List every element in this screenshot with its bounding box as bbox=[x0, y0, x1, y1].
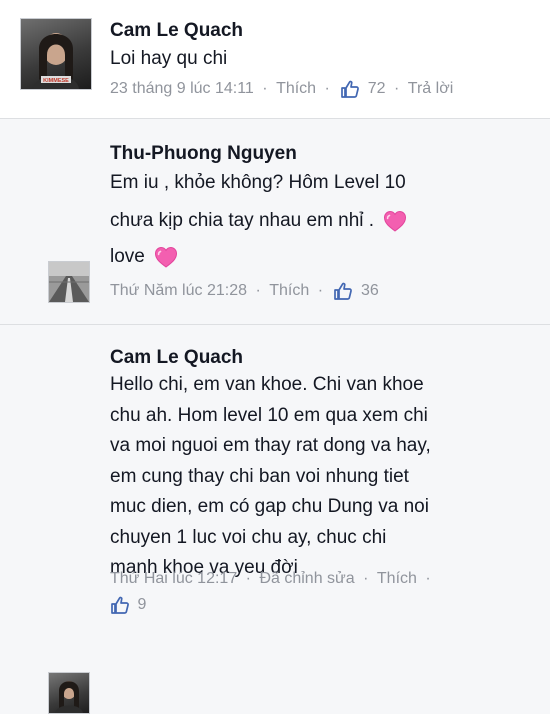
comment-text-line: va moi nguoi em thay rat dong va hay, bbox=[110, 435, 431, 456]
comment-text: Em iu , khỏe không? Hôm Level 10 chưa kị… bbox=[110, 168, 407, 272]
comment-timestamp[interactable]: 23 tháng 9 lúc 14:11 bbox=[110, 80, 254, 98]
profile-photo-icon: KIMMESE bbox=[33, 33, 79, 89]
comment-3: Cam Le Quach Hello chi, em van khoe. Chi… bbox=[0, 325, 550, 714]
comment-text-line: chuyen 1 luc voi chu ay, chuc chi bbox=[110, 526, 387, 548]
avatar[interactable] bbox=[48, 261, 90, 303]
like-link[interactable]: Thích bbox=[269, 282, 309, 300]
edited-link[interactable]: Đã chỉnh sửa bbox=[259, 570, 354, 588]
comment-meta: Thứ Năm lúc 21:28 · Thích · 36 bbox=[110, 281, 379, 301]
comment-timestamp[interactable]: Thứ Hai lúc 12:17 bbox=[110, 570, 237, 588]
like-count[interactable]: 72 bbox=[368, 80, 386, 98]
comment-text-row: love bbox=[110, 242, 407, 272]
separator: · bbox=[262, 80, 268, 97]
comment-text-line: Loi hay qu chi bbox=[110, 48, 228, 69]
comment-meta: 23 tháng 9 lúc 14:11 · Thích · 72 · Trả … bbox=[110, 79, 453, 99]
comment-text-line: muc dien, em có gap chu Dung va noi bbox=[110, 496, 429, 517]
comment-author[interactable]: Cam Le Quach bbox=[110, 347, 243, 369]
comment-text-line: em cung thay chi ban voi nhung tiet bbox=[110, 465, 409, 487]
separator: · bbox=[317, 282, 324, 299]
avatar-caption: KIMMESE bbox=[43, 78, 69, 84]
like-count[interactable]: 36 bbox=[361, 282, 379, 300]
comment-author[interactable]: Thu-Phuong Nguyen bbox=[110, 143, 297, 165]
thumbs-up-icon[interactable] bbox=[333, 281, 353, 301]
comment-text-line: chu ah. Hom level 10 em qua xem chi bbox=[110, 404, 428, 426]
comment-2: Thu-Phuong Nguyen Em iu , khỏe không? Hô… bbox=[0, 119, 550, 325]
heart-icon bbox=[154, 246, 178, 268]
comment-text: Loi hay qu chi bbox=[110, 44, 227, 74]
comment-timestamp[interactable]: Thứ Năm lúc 21:28 bbox=[110, 282, 247, 300]
comment-author[interactable]: Cam Le Quach bbox=[110, 20, 243, 42]
separator: · bbox=[425, 570, 431, 587]
avatar[interactable] bbox=[48, 672, 90, 714]
separator: · bbox=[324, 80, 330, 97]
like-count[interactable]: 9 bbox=[137, 596, 146, 614]
thumbs-up-icon[interactable] bbox=[110, 595, 130, 615]
separator: · bbox=[255, 282, 261, 299]
profile-photo-icon bbox=[49, 262, 89, 302]
separator: · bbox=[363, 570, 369, 587]
like-link[interactable]: Thích bbox=[377, 570, 417, 588]
reply-link[interactable]: Trả lời bbox=[408, 80, 453, 98]
comment-text: Hello chi, em van khoe. Chi van khoe chu… bbox=[110, 370, 431, 584]
comment-text-line: Hello chi, em van khoe. Chi van khoe bbox=[110, 374, 424, 395]
separator: · bbox=[245, 570, 251, 587]
like-row: 9 bbox=[110, 595, 146, 615]
avatar[interactable]: KIMMESE bbox=[20, 18, 92, 90]
comment-text-line: love bbox=[110, 246, 145, 267]
separator: · bbox=[394, 80, 400, 97]
comment-text-line: Em iu , khỏe không? Hôm Level 10 bbox=[110, 172, 406, 193]
thumbs-up-icon[interactable] bbox=[340, 79, 360, 99]
comment-1: KIMMESE Cam Le Quach Loi hay qu chi 23 t… bbox=[0, 0, 550, 119]
profile-photo-icon bbox=[55, 681, 83, 713]
heart-icon bbox=[383, 210, 407, 232]
comment-text-line: chưa kịp chia tay nhau em nhỉ . bbox=[110, 210, 375, 231]
comment-meta: Thứ Hai lúc 12:17 · Đã chỉnh sửa · Thích… bbox=[110, 570, 435, 588]
comment-text-row: chưa kịp chia tay nhau em nhỉ . bbox=[110, 206, 407, 236]
like-link[interactable]: Thích bbox=[276, 80, 316, 98]
